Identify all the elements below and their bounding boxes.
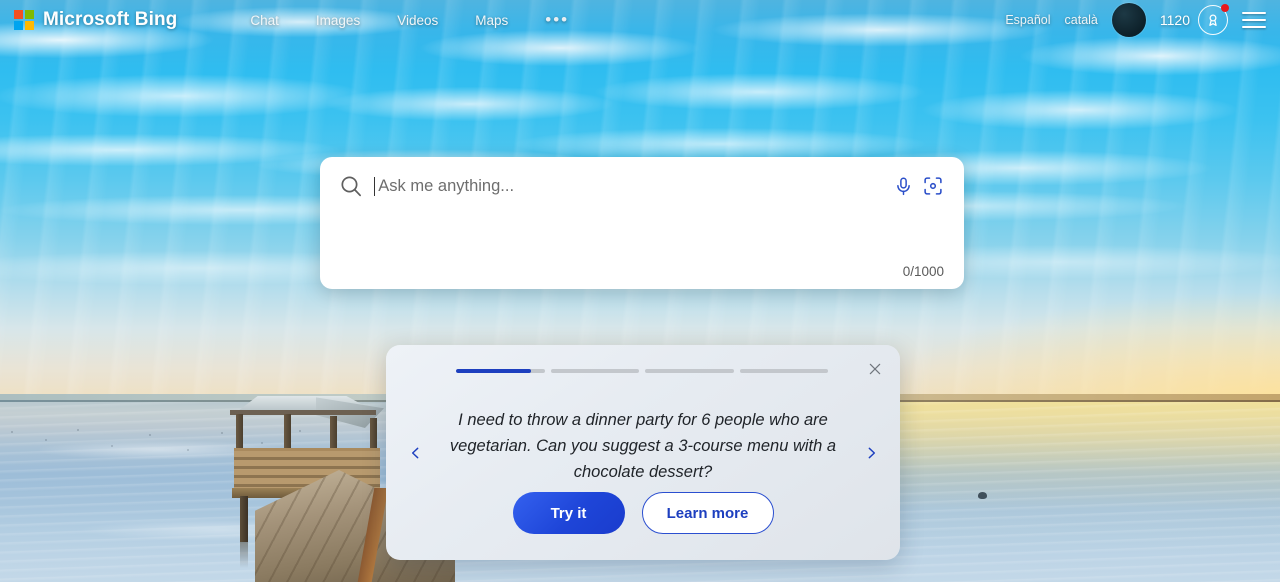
text-caret	[374, 176, 376, 196]
search-icon	[338, 173, 364, 199]
piling-reflection	[240, 542, 248, 568]
search-box-row	[320, 157, 964, 215]
header-right-cluster: Español català 1120	[1005, 3, 1266, 37]
rewards-cluster[interactable]: 1120	[1159, 4, 1229, 35]
progress-segment[interactable]	[550, 369, 639, 373]
learn-more-button[interactable]: Learn more	[641, 492, 774, 534]
progress-segment[interactable]	[645, 369, 734, 373]
nav-item-images[interactable]: Images	[316, 13, 360, 28]
gazebo-fascia	[230, 410, 376, 415]
progress-segment[interactable]	[739, 369, 828, 373]
language-link-catala[interactable]: català	[1065, 13, 1098, 27]
rewards-points: 1120	[1159, 12, 1190, 28]
brand-logo[interactable]: Microsoft Bing	[14, 9, 177, 31]
lone-bird	[978, 492, 987, 499]
prompt-text: I need to throw a dinner party for 6 peo…	[449, 411, 837, 481]
language-link-espanol[interactable]: Español	[1005, 13, 1050, 27]
visual-search-icon[interactable]	[918, 171, 948, 201]
try-it-button[interactable]: Try it	[512, 492, 625, 534]
progress-segment[interactable]	[456, 369, 545, 373]
microsoft-logo-icon	[14, 10, 34, 30]
nav-item-chat[interactable]: Chat	[250, 13, 279, 28]
hamburger-menu-icon[interactable]	[1242, 11, 1266, 29]
brand-title: Microsoft Bing	[43, 9, 178, 30]
nav-item-videos[interactable]: Videos	[397, 13, 438, 28]
notification-dot	[1221, 4, 1229, 12]
top-header: Microsoft Bing Chat Images Videos Maps •…	[0, 0, 1280, 40]
progress-segment-fill	[456, 369, 532, 373]
promo-actions: Try it Learn more	[386, 492, 900, 534]
search-box: 0/1000	[320, 157, 964, 289]
carousel-progress	[456, 369, 828, 373]
nav-item-maps[interactable]: Maps	[475, 13, 508, 28]
avatar[interactable]	[1111, 3, 1146, 37]
prompt-carousel-card: I need to throw a dinner party for 6 peo…	[386, 345, 900, 560]
rewards-badge[interactable]	[1198, 4, 1229, 35]
pier-piling	[240, 496, 248, 542]
close-icon[interactable]	[864, 358, 886, 380]
nav-more-icon[interactable]: •••	[545, 11, 569, 28]
microphone-icon[interactable]	[888, 171, 918, 201]
primary-nav: Chat Images Videos Maps •••	[250, 11, 569, 28]
chevron-right-icon[interactable]	[858, 438, 884, 468]
character-counter: 0/1000	[902, 264, 944, 279]
search-input[interactable]	[376, 176, 888, 196]
bing-homepage: Microsoft Bing Chat Images Videos Maps •…	[0, 0, 1280, 582]
chevron-left-icon[interactable]	[402, 438, 428, 468]
